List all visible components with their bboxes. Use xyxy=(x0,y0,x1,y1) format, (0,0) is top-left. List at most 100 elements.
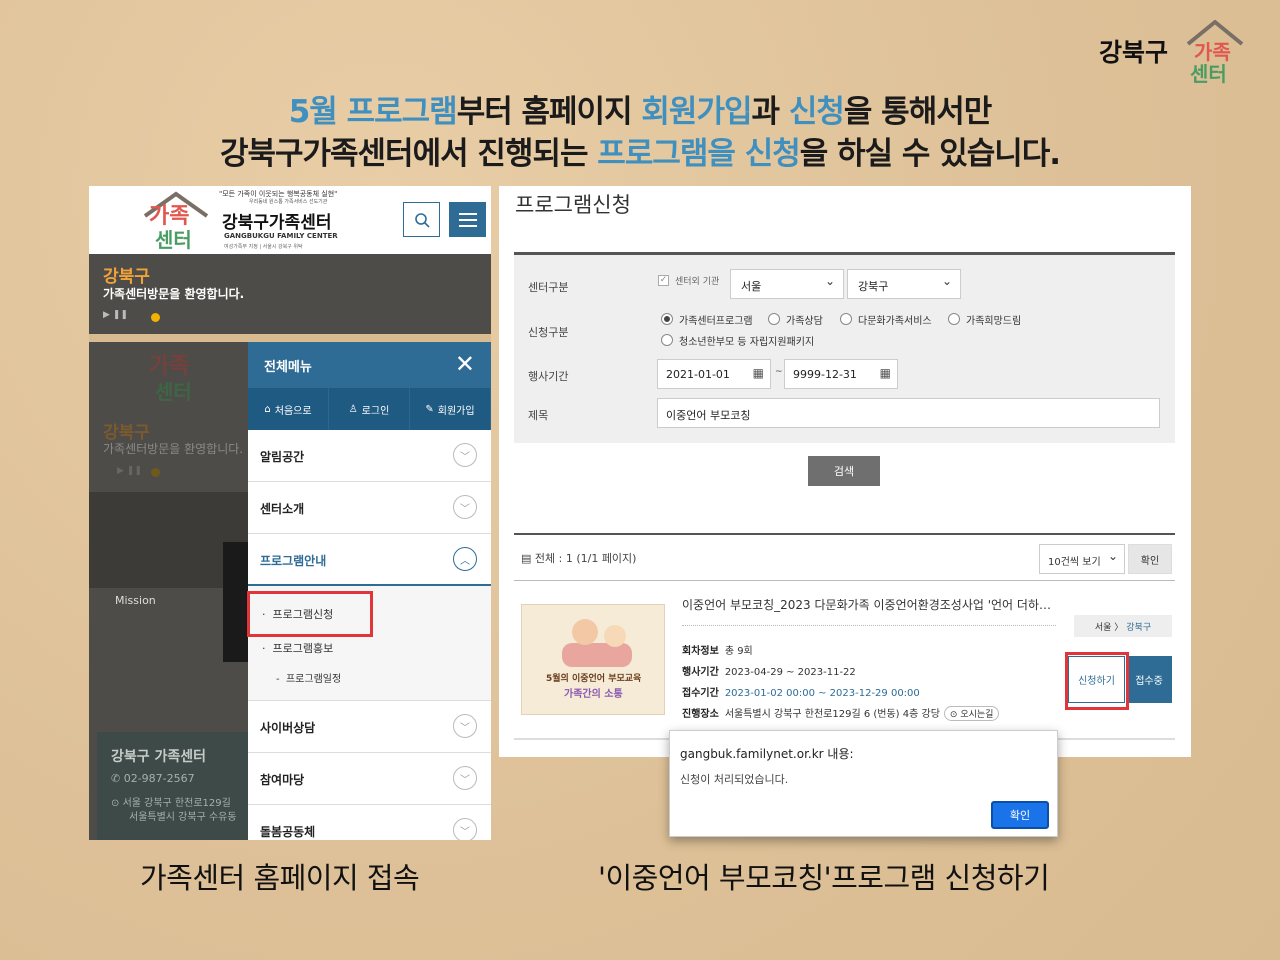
page-title: 프로그램신청 xyxy=(515,193,631,217)
radio-youth-single-parent[interactable] xyxy=(661,334,673,346)
poster-text-2: 가족간의 소통 xyxy=(564,689,623,700)
close-icon[interactable]: ✕ xyxy=(455,350,475,378)
chevron-down-icon: ﹀ xyxy=(453,443,477,467)
city-select[interactable]: 서울 xyxy=(730,269,844,299)
headline-line-2: 강북구가족센터에서 진행되는 프로그램을 신청을 하실 수 있습니다. xyxy=(219,136,1061,172)
menu-item-about[interactable]: 센터소개 ﹀ xyxy=(248,482,491,534)
per-page-confirm-button[interactable]: 확인 xyxy=(1128,544,1172,574)
submenu-program-schedule[interactable]: - 프로그램일정 xyxy=(276,670,341,685)
dimmed-logo-2: 센터 xyxy=(155,380,192,404)
item-divider xyxy=(682,625,1056,626)
menu-item-care-community[interactable]: 돌봄공동체 ﹀ xyxy=(248,805,491,840)
outside-checkbox[interactable]: ✓ xyxy=(658,275,669,286)
radio-label-hope-dream: 가족희망드림 xyxy=(966,316,1022,327)
chevron-down-icon: ﹀ xyxy=(453,766,477,790)
apply-type-label: 신청구분 xyxy=(528,326,569,339)
title-input[interactable]: 이중언어 부모코칭 xyxy=(657,398,1160,428)
hamburger-menu-button[interactable] xyxy=(449,202,486,237)
location-icon: ⊙ xyxy=(111,798,123,809)
title-label: 제목 xyxy=(528,409,549,422)
highlight-program-apply xyxy=(247,591,373,637)
radio-multicultural[interactable] xyxy=(840,313,852,325)
poster-figure xyxy=(572,619,598,645)
list-header-divider xyxy=(514,580,1175,581)
program-poster-thumbnail[interactable]: 5월의 이중언어 부모교육 가족간의 소통 xyxy=(521,604,665,715)
total-count: ▤ 전체 : 1 (1/1 페이지) xyxy=(521,552,637,565)
status-badge: 접수중 xyxy=(1126,656,1172,703)
logo-text-2: 센터 xyxy=(155,228,192,252)
home-icon: ⌂ xyxy=(264,403,271,415)
date-separator: ~ xyxy=(775,367,783,377)
panel-gap xyxy=(89,334,491,342)
alert-dialog: gangbuk.familynet.or.kr 내용: 신청이 처리되었습니다.… xyxy=(669,730,1058,837)
radio-hope-dream[interactable] xyxy=(948,313,960,325)
nav-login[interactable]: ♙ 로그인 xyxy=(329,388,410,430)
program-title[interactable]: 이중언어 부모코칭_2023 다문화가족 이중언어환경조성사업 '언어 더하… xyxy=(682,596,1051,613)
slider-dot[interactable] xyxy=(151,313,160,322)
radio-label-youth-single-parent: 청소년한부모 등 자립지원패키지 xyxy=(679,337,815,348)
chevron-up-icon: ︿ xyxy=(453,547,477,571)
contact-address-2: 서울특별시 강북구 수유동 xyxy=(129,812,237,823)
rounds-info: 회차정보 총 9회 xyxy=(682,646,753,657)
map-link[interactable]: ⊙ 오시는길 xyxy=(943,706,1000,721)
poster-figure xyxy=(604,625,626,647)
apply-period-info: 접수기간 2023-01-02 00:00 ~ 2023-12-29 00:00 xyxy=(682,688,920,699)
center-name[interactable]: 강북구가족센터 xyxy=(222,208,331,233)
venue-info: 진행장소 서울특별시 강북구 한천로129길 6 (번동) 4층 강당 ⊙ 오시는길 xyxy=(682,705,1000,721)
calendar-icon[interactable]: ▦ xyxy=(880,366,891,380)
search-button[interactable] xyxy=(403,202,440,237)
dimmed-block xyxy=(223,542,249,662)
mobile-homepage-screenshot: 가족 센터 "모든 가족이 이웃되는 행복공동체 실현" 우리동네 원스톱 가족… xyxy=(89,186,491,840)
center-type-label: 센터구분 xyxy=(528,281,569,294)
menu-quick-nav: ⌂ 처음으로 ♙ 로그인 ✎ 회원가입 xyxy=(248,388,491,430)
menu-item-participation[interactable]: 참여마당 ﹀ xyxy=(248,753,491,805)
headline-line-1: 5월 프로그램부터 홈페이지 회원가입과 신청을 통해서만 xyxy=(288,94,993,130)
submenu-program-promo[interactable]: · 프로그램홍보 xyxy=(262,640,333,656)
outside-label: 센터외 기관 xyxy=(675,277,720,287)
slider-controls[interactable]: ▶ ❚❚ xyxy=(103,310,128,320)
menu-item-programs[interactable]: 프로그램안내 ︿ xyxy=(248,534,491,586)
contact-address-1: ⊙ 서울 강북구 한천로129길 xyxy=(111,798,231,809)
date-to-input[interactable]: 9999-12-31 ▦ xyxy=(784,359,898,389)
chevron-down-icon: ﹀ xyxy=(453,495,477,519)
radio-counseling[interactable] xyxy=(768,313,780,325)
per-page-select[interactable]: 10건씩 보기 xyxy=(1039,544,1125,574)
edit-icon: ✎ xyxy=(425,403,434,415)
caption-left: 가족센터 홈페이지 접속 xyxy=(140,861,420,895)
family-center-logo: 가족 센터 xyxy=(1180,18,1250,86)
dimmed-slider-dot xyxy=(151,468,160,477)
alert-message: 신청이 처리되었습니다. xyxy=(680,773,789,786)
alert-ok-button[interactable]: 확인 xyxy=(991,801,1049,829)
brand-name: 강북구 xyxy=(1098,38,1168,67)
hero-banner: 강북구 가족센터방문을 환영합니다. ▶ ❚❚ xyxy=(89,254,491,334)
menu-item-notice[interactable]: 알림공간 ﹀ xyxy=(248,430,491,482)
event-period-info: 행사기간 2023-04-29 ~ 2023-11-22 xyxy=(682,667,856,678)
highlight-apply-button xyxy=(1065,652,1129,710)
district-select[interactable]: 강북구 xyxy=(847,269,961,299)
center-designation: 여성가족부 지정 | 서울시 강북구 위탁 xyxy=(224,244,303,250)
radio-family-center[interactable] xyxy=(661,313,673,325)
map-pin-icon: ⊙ xyxy=(949,710,958,720)
chevron-down-icon: ﹀ xyxy=(453,714,477,738)
calendar-icon[interactable]: ▦ xyxy=(753,366,764,380)
slogan-sub: 우리동네 원스톱 가족서비스 선도기관 xyxy=(249,199,328,205)
date-from-input[interactable]: 2021-01-01 ▦ xyxy=(657,359,771,389)
dimmed-hero-subtitle: 가족센터방문을 환영합니다. xyxy=(103,442,244,456)
site-header: 가족 센터 "모든 가족이 이웃되는 행복공동체 실현" 우리동네 원스톱 가족… xyxy=(89,186,491,254)
hero-subtitle: 가족센터방문을 환영합니다. xyxy=(103,287,245,301)
search-icon xyxy=(414,212,430,228)
user-icon: ♙ xyxy=(348,403,358,415)
poster-figure xyxy=(562,643,632,667)
nav-home[interactable]: ⌂ 처음으로 xyxy=(248,388,329,430)
document-icon: ▤ xyxy=(521,552,535,565)
menu-item-cyber-counsel[interactable]: 사이버상담 ﹀ xyxy=(248,701,491,753)
search-button[interactable]: 검색 xyxy=(808,456,880,486)
phone-icon: ✆ xyxy=(111,772,124,785)
region-badge: 서울 〉 강북구 xyxy=(1074,615,1172,637)
radio-label-family-center: 가족센터프로그램 xyxy=(679,316,753,327)
center-english-name: GANGBUKGU FAMILY CENTER xyxy=(224,232,338,240)
alert-origin: gangbuk.familynet.or.kr 내용: xyxy=(680,747,854,761)
radio-label-counseling: 가족상담 xyxy=(786,316,823,327)
logo-text-2: 센터 xyxy=(1190,62,1227,86)
nav-signup[interactable]: ✎ 회원가입 xyxy=(410,388,491,430)
